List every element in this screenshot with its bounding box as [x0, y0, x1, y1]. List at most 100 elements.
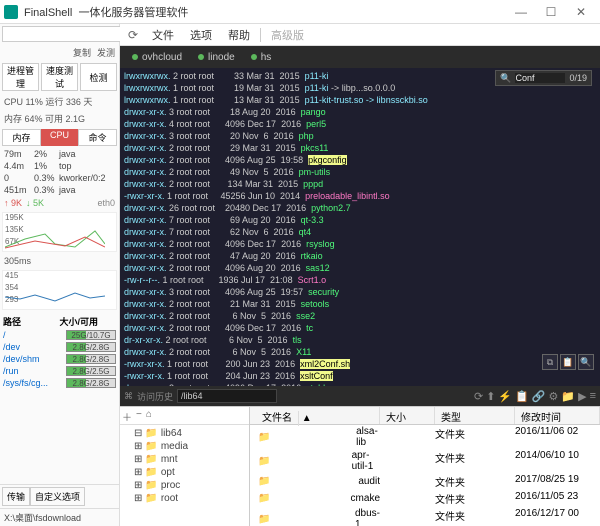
- term-line: drwxr-xr-x. 7 root root 62 Nov 6 2016 qt…: [124, 226, 596, 238]
- sync-icon[interactable]: ⟳: [124, 26, 142, 44]
- tab-hs[interactable]: hs: [243, 50, 280, 65]
- term-line: drwxr-xr-x. 2 root root 6 Nov 5 2016 sse…: [124, 310, 596, 322]
- test-label[interactable]: 发测: [97, 46, 115, 59]
- term-line: drwxr-xr-x. 2 root root 4096 Dec 17 2016…: [124, 238, 596, 250]
- term-line: drwxr-xr-x. 2 root root 49 Nov 5 2016 pm…: [124, 166, 596, 178]
- menu-options[interactable]: 选项: [184, 25, 218, 45]
- disk-row[interactable]: /sys/fs/cg...2.8G/2.8G: [2, 377, 117, 389]
- upload-icon[interactable]: ⬆: [486, 390, 495, 403]
- file-row[interactable]: 📁alsa-lib文件夹2016/11/06 02: [250, 425, 600, 449]
- term-line: drwxr-xr-x. 2 root root 29 Mar 31 2015 p…: [124, 142, 596, 154]
- search-input[interactable]: [515, 73, 565, 83]
- term-line: drwxr-xr-x. 3 root root 20 Nov 6 2016 ph…: [124, 130, 596, 142]
- col-name[interactable]: 文件名 ▲: [250, 407, 380, 424]
- term-line: -rwxr-xr-x. 1 root root 200 Jun 23 2016 …: [124, 358, 596, 370]
- copy-label[interactable]: 复制: [73, 46, 91, 59]
- term-line: drwxr-xr-x. 2 root root 4096 Dec 17 2016…: [124, 382, 596, 386]
- col-cmd[interactable]: 命令: [78, 129, 117, 146]
- lat-chart: 415 354 293: [2, 270, 117, 310]
- disk-row[interactable]: /run2.8G/2.5G: [2, 365, 117, 377]
- proc-row[interactable]: 79m2%java: [0, 148, 119, 160]
- maximize-button[interactable]: ☐: [536, 5, 566, 19]
- tree-item[interactable]: ⊞ 📁 proc: [122, 479, 247, 492]
- detect-button-2[interactable]: 检测: [80, 63, 117, 91]
- term-line: drwxr-xr-x. 2 root root 4096 Dec 17 2016…: [124, 322, 596, 334]
- play-icon[interactable]: ▶: [578, 390, 586, 403]
- tree-item[interactable]: ⊞ 📁 root: [122, 492, 247, 505]
- term-line: drwxr-xr-x. 2 root root 4096 Aug 20 2016…: [124, 262, 596, 274]
- col-mem[interactable]: 内存: [2, 129, 41, 146]
- cpu-status: CPU 11% 运行 336 天: [0, 93, 119, 110]
- filter-input[interactable]: [2, 26, 125, 42]
- term-line: dr-xr-xr-x. 2 root root 6 Nov 5 2016 tls: [124, 334, 596, 346]
- file-row[interactable]: 📁dbus-1文件夹2016/12/17 00: [250, 507, 600, 526]
- zoom-icon[interactable]: 🔍: [578, 354, 594, 370]
- proc-row[interactable]: 00.3%kworker/0:2: [0, 172, 119, 184]
- cmd-icon[interactable]: ⌘: [124, 391, 133, 402]
- tab-transfer[interactable]: 传输: [2, 487, 30, 506]
- term-line: drwxr-xr-x. 2 root root 134 Mar 31 2015 …: [124, 178, 596, 190]
- folder-icon[interactable]: 📁: [561, 390, 575, 403]
- col-mtime[interactable]: 修改时间: [515, 407, 600, 424]
- term-line: drwxr-xr-x. 2 root root 4096 Aug 25 19:5…: [124, 154, 596, 166]
- minimize-button[interactable]: —: [506, 5, 536, 19]
- file-row[interactable]: 📁cmake文件夹2016/11/05 23: [250, 490, 600, 507]
- menu-icon[interactable]: ≡: [590, 390, 596, 403]
- menu-help[interactable]: 帮助: [222, 25, 256, 45]
- tree-item[interactable]: ⊞ 📁 media: [122, 440, 247, 453]
- remove-icon[interactable]: −: [136, 409, 142, 422]
- copy-icon[interactable]: ⧉: [542, 354, 558, 370]
- tree-item[interactable]: ⊞ 📁 opt: [122, 466, 247, 479]
- terminal[interactable]: 🔍 0/19 lrwxrwxrwx. 2 root root 33 Mar 31…: [120, 68, 600, 386]
- titlebar: FinalShell 一体化服务器管理软件 — ☐ ✕: [0, 0, 600, 24]
- app-title: FinalShell 一体化服务器管理软件: [24, 4, 506, 20]
- proc-mgmt-button[interactable]: 进程管理: [2, 63, 39, 91]
- add-icon[interactable]: ＋: [122, 409, 132, 422]
- proc-row[interactable]: 451m0.3%java: [0, 184, 119, 196]
- proc-row[interactable]: 4.4m1%top: [0, 160, 119, 172]
- disk-row[interactable]: /dev2.8G/2.8G: [2, 341, 117, 353]
- app-icon: [4, 5, 18, 19]
- menu-premium[interactable]: 高级版: [265, 25, 310, 45]
- mem-status: 内存 64% 可用 2.1G: [0, 110, 119, 127]
- term-line: drwxr-xr-x. 7 root root 69 Aug 20 2016 q…: [124, 214, 596, 226]
- close-button[interactable]: ✕: [566, 5, 596, 19]
- col-type[interactable]: 类型: [435, 407, 515, 424]
- net-up: ↑ 9K: [4, 198, 22, 208]
- refresh-icon[interactable]: ⟳: [474, 390, 483, 403]
- term-line: drwxr-xr-x. 3 root root 4096 Aug 25 19:5…: [124, 286, 596, 298]
- term-line: -rwxr-xr-x. 1 root root 45256 Jun 10 201…: [124, 190, 596, 202]
- path-input[interactable]: [177, 389, 277, 403]
- term-line: drwxr-xr-x. 4 root root 4096 Dec 17 2016…: [124, 118, 596, 130]
- tab-ovhcloud[interactable]: ovhcloud: [124, 50, 190, 65]
- gear-icon[interactable]: ⚙: [549, 390, 559, 403]
- history-label: 访问历史: [137, 390, 173, 403]
- menu-file[interactable]: 文件: [146, 25, 180, 45]
- tree-item[interactable]: ⊞ 📁 mnt: [122, 453, 247, 466]
- term-line: drwxr-xr-x. 2 root root 6 Nov 5 2016 X11: [124, 346, 596, 358]
- tab-linode[interactable]: linode: [190, 50, 243, 65]
- col-size[interactable]: 大小: [380, 407, 435, 424]
- net-chart: 195K 135K 67K: [2, 212, 117, 252]
- latency: 305ms: [0, 254, 119, 268]
- file-row[interactable]: 📁audit文件夹2017/08/25 19: [250, 473, 600, 490]
- term-line: -rw-r--r--. 1 root root 1936 Jul 17 21:0…: [124, 274, 596, 286]
- home-icon[interactable]: ⌂: [146, 409, 152, 422]
- download-icon[interactable]: ⚡: [498, 390, 512, 403]
- clipboard-icon[interactable]: 📋: [515, 390, 529, 403]
- tree-item[interactable]: ⊟ 📁 lib64: [122, 427, 247, 440]
- paste-icon[interactable]: 📋: [560, 354, 576, 370]
- link-icon[interactable]: 🔗: [532, 390, 546, 403]
- disk-row[interactable]: /25G/10.7G: [2, 329, 117, 341]
- term-line: drwxr-xr-x. 2 root root 21 Mar 31 2015 s…: [124, 298, 596, 310]
- term-line: drwxr-xr-x. 26 root root 20480 Dec 17 20…: [124, 202, 596, 214]
- search-icon: 🔍: [500, 72, 511, 84]
- file-row[interactable]: 📁apr-util-1文件夹2014/06/10 10: [250, 449, 600, 473]
- net-down: ↓ 5K: [26, 198, 44, 208]
- term-line: drwxr-xr-x. 3 root root 18 Aug 20 2016 p…: [124, 106, 596, 118]
- disk-row[interactable]: /dev/shm2.8G/2.8G: [2, 353, 117, 365]
- col-cpu[interactable]: CPU: [41, 129, 78, 146]
- tab-custom[interactable]: 自定义选项: [30, 487, 85, 506]
- local-path: X:\桌面\fsdownload: [0, 508, 119, 526]
- speed-test-button[interactable]: 速度测试: [41, 63, 78, 91]
